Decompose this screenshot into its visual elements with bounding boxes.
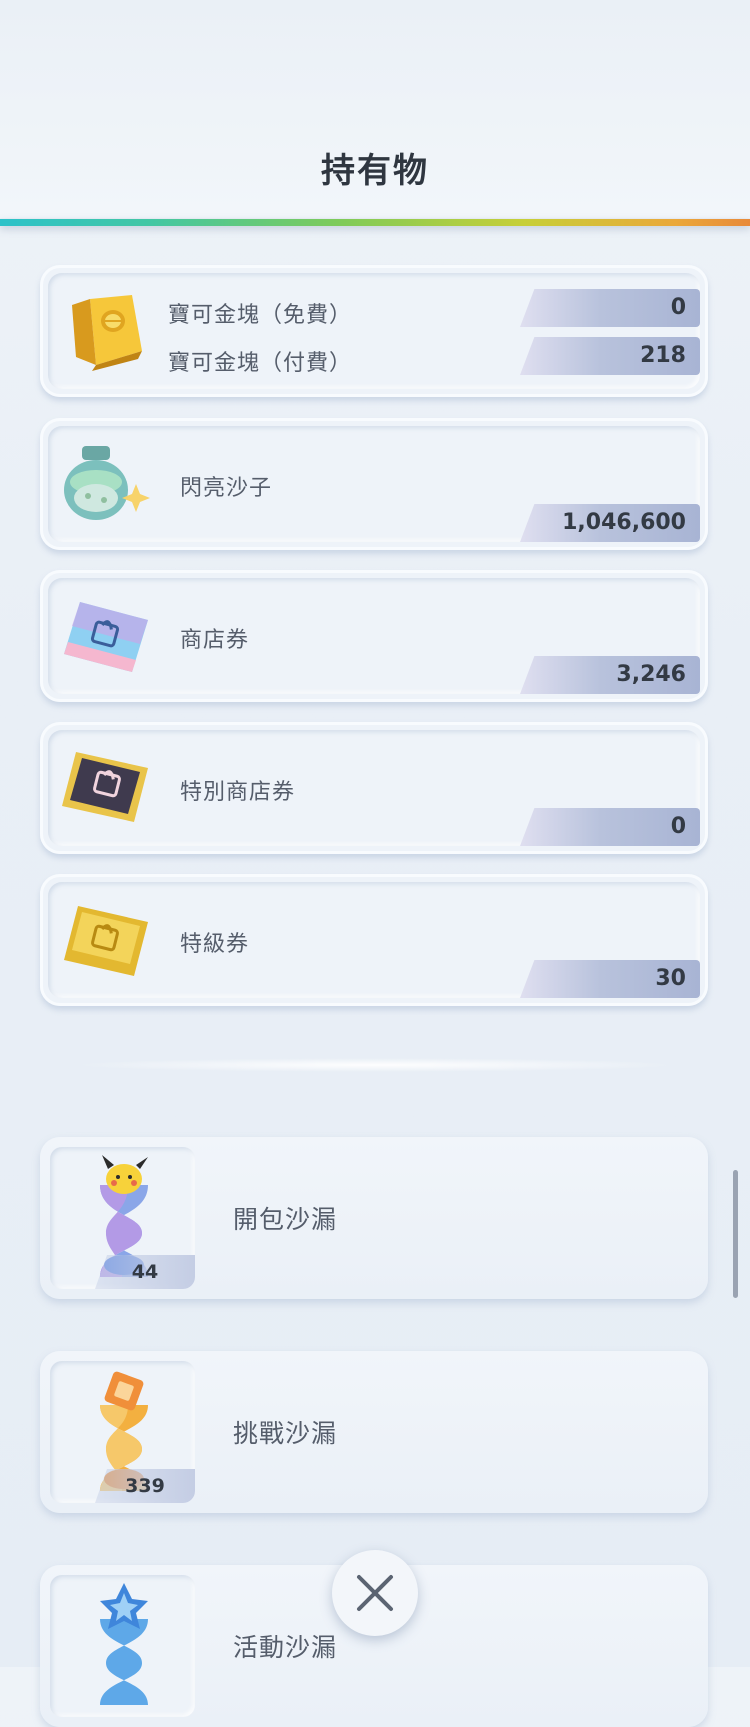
shop-ticket-label: 商店券 [180,628,250,653]
premium-ticket-icon [64,906,148,976]
gold-paid-value: 218 [640,343,686,368]
gold-free-label: 寶可金塊（免費） [168,303,353,328]
close-button[interactable] [332,1550,418,1636]
shop-ticket-icon [64,602,148,672]
pack-hourglass-count: 44 [95,1255,195,1289]
pack-hourglass-card[interactable]: 44 開包沙漏 [40,1137,708,1299]
challenge-hourglass-card[interactable]: 339 挑戰沙漏 [40,1351,708,1513]
shop-ticket-value: 3,246 [616,662,686,687]
pack-hourglass-icon-box: 44 [50,1147,195,1289]
header-divider [0,219,750,226]
shop-ticket-value-pill: 3,246 [520,656,700,694]
special-shop-ticket-icon [62,752,148,822]
gold-paid-label: 寶可金塊（付費） [168,351,353,376]
premium-ticket-label: 特級券 [180,932,250,957]
section-divider [70,1058,680,1072]
shiny-sand-value-pill: 1,046,600 [520,504,700,542]
header: 持有物 [0,0,750,218]
event-hourglass-label: 活動沙漏 [233,1633,338,1662]
shiny-sand-value: 1,046,600 [562,510,686,535]
gold-card: 寶可金塊（免費） 寶可金塊（付費） 0 218 [40,265,708,397]
gold-free-value: 0 [670,295,686,320]
premium-ticket-card: 特級券 30 [40,874,708,1006]
challenge-hourglass-label: 挑戰沙漏 [233,1419,338,1448]
challenge-hourglass-icon-box: 339 [50,1361,195,1503]
challenge-hourglass-count: 339 [95,1469,195,1503]
event-hourglass-icon [100,1583,148,1705]
page-title: 持有物 [321,151,429,191]
shop-ticket-card: 商店券 3,246 [40,570,708,702]
shiny-sand-icon [64,446,150,520]
special-shop-ticket-value-pill: 0 [520,808,700,846]
special-shop-ticket-card: 特別商店券 0 [40,722,708,854]
premium-ticket-value-pill: 30 [520,960,700,998]
gold-bar-icon [72,295,142,371]
pack-hourglass-label: 開包沙漏 [233,1205,338,1234]
gold-free-value-pill: 0 [520,289,700,327]
shiny-sand-card: 閃亮沙子 1,046,600 [40,418,708,550]
shiny-sand-label: 閃亮沙子 [180,476,273,501]
special-shop-ticket-label: 特別商店券 [180,780,296,805]
gold-paid-value-pill: 218 [520,337,700,375]
close-icon [357,1575,393,1611]
scrollbar[interactable] [733,1170,738,1298]
special-shop-ticket-value: 0 [670,814,686,839]
premium-ticket-value: 30 [655,966,686,991]
event-hourglass-icon-box [50,1575,195,1717]
